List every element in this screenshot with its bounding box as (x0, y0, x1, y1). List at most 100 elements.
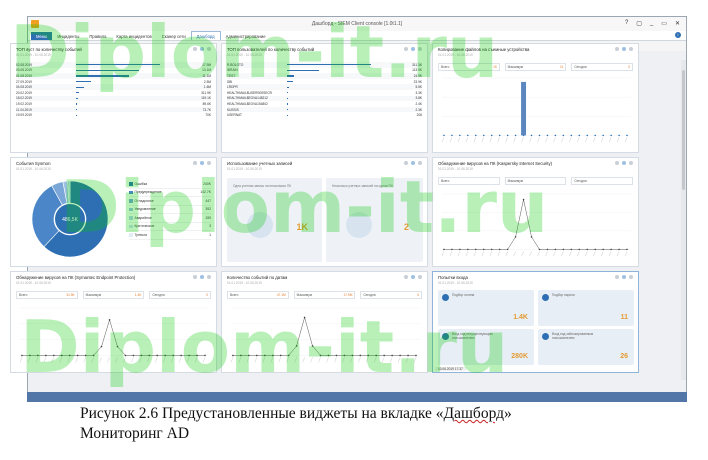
x-tick (481, 137, 484, 143)
minimize-icon[interactable]: _ (650, 20, 653, 27)
x-tick (326, 357, 329, 363)
settings-icon[interactable] (622, 161, 626, 165)
widget-title: Использование учетных записей (227, 161, 293, 166)
legend-item[interactable]: Уведомление 392 (129, 206, 211, 214)
widget-date: 01.01.2019 - 10.06.2019 (438, 53, 473, 57)
expand-icon[interactable] (193, 47, 197, 51)
widget-login-attempts: Попытки входа 01.01.2019 - 10.06.2019 По… (432, 271, 639, 373)
expand-icon[interactable] (615, 47, 619, 51)
user-search-icon (442, 294, 449, 301)
data-point (602, 248, 604, 251)
list-item-label: 01.08.2019 (16, 73, 32, 78)
stat-today: Сегодня 0 (360, 291, 423, 299)
list-item-value: 3.8K (415, 96, 422, 101)
expand-icon[interactable] (404, 275, 408, 279)
legend-item[interactable]: Ошибка 240K (129, 180, 211, 189)
data-point (319, 354, 322, 357)
card-login-guess[interactable]: Подбор логина 1.4K (438, 290, 534, 326)
list-item-bar (287, 75, 392, 77)
settings-icon[interactable] (622, 275, 626, 279)
tab-network-scanner[interactable]: Сканер сети (157, 32, 191, 40)
user-blocked-icon (542, 333, 549, 340)
card-blocked-user-login[interactable]: Вход под заблокированным пользователем 2… (538, 329, 634, 365)
x-tick (561, 251, 564, 257)
list-item-bar (76, 92, 181, 94)
expand-icon[interactable] (615, 161, 619, 165)
close-icon[interactable] (629, 161, 633, 165)
help-icon[interactable]: ? (625, 20, 628, 27)
expand-icon[interactable] (404, 161, 408, 165)
maximize-icon[interactable]: ▭ (661, 20, 667, 27)
tab-menu[interactable]: Меню (31, 32, 53, 40)
settings-icon[interactable] (622, 47, 626, 51)
legend-item[interactable]: Тревога 1 (129, 231, 211, 240)
settings-icon[interactable] (200, 275, 204, 279)
tab-administration[interactable]: Администрирование (221, 32, 271, 40)
users-icon (247, 212, 273, 238)
info-icon[interactable]: i (675, 32, 681, 38)
close-icon[interactable] (629, 47, 633, 51)
x-tick (115, 357, 118, 363)
tab-incidents[interactable]: Инциденты (52, 32, 84, 40)
x-tick (577, 251, 580, 257)
card-nonexistent-user-login[interactable]: Вход под несуществующим пользователем 28… (438, 329, 534, 365)
list-item[interactable]: 19.09.2019 70K (16, 112, 211, 118)
expand-icon[interactable] (615, 275, 619, 279)
list-item-bar (76, 75, 181, 77)
data-point (164, 354, 167, 357)
x-tick (473, 251, 476, 257)
widget-date: 01.01.2019 - 10.06.2019 (227, 281, 262, 285)
stats-row: Всего Максимум Сегодня (438, 177, 634, 185)
legend-item[interactable]: Критическое 3 (129, 223, 211, 231)
close-icon[interactable]: ✕ (675, 20, 680, 27)
card-many-accounts-one-pc[interactable]: Несколько учетных записей на одном ПК 2 (326, 178, 423, 262)
x-tick (465, 251, 469, 257)
x-tick (473, 137, 476, 143)
close-icon[interactable] (207, 161, 211, 165)
close-icon[interactable] (418, 161, 422, 165)
card-one-account-many-pc[interactable]: Одна учетная запись на нескольких ПК 1K (227, 178, 322, 262)
data-point (100, 345, 103, 348)
legend-item[interactable]: Отладочное 447 (129, 197, 211, 206)
tab-dashboard[interactable]: Дашборд (190, 31, 221, 40)
settings-icon[interactable] (411, 47, 415, 51)
close-icon[interactable] (629, 275, 633, 279)
expand-icon[interactable] (193, 275, 197, 279)
close-icon[interactable] (207, 47, 211, 51)
kaspersky-line-chart (441, 193, 632, 257)
settings-icon[interactable] (200, 47, 204, 51)
close-icon[interactable] (418, 47, 422, 51)
stat-today: Сегодня (571, 177, 634, 185)
ribbon-tabs: Меню Инциденты Правила Карта инцидентов … (28, 31, 686, 41)
data-point (474, 248, 477, 251)
list-item-value: 1.6M (203, 85, 211, 90)
tab-incident-map[interactable]: Карта инцидентов (111, 32, 156, 40)
x-tick (545, 137, 548, 143)
x-tick (513, 251, 516, 257)
expand-icon[interactable] (404, 47, 408, 51)
settings-icon[interactable] (411, 161, 415, 165)
legend-item[interactable]: Аварийное 159 (129, 214, 211, 223)
restore-icon[interactable]: ▢ (636, 20, 642, 27)
card-password-guess[interactable]: Подбор пароля 11 (538, 290, 634, 326)
close-icon[interactable] (418, 275, 422, 279)
close-icon[interactable] (207, 275, 211, 279)
data-point (335, 354, 338, 357)
x-tick (585, 137, 588, 143)
data-point (570, 134, 573, 137)
x-tick (27, 357, 31, 363)
settings-icon[interactable] (200, 161, 204, 165)
x-tick (600, 251, 604, 257)
expand-icon[interactable] (193, 161, 197, 165)
data-point (407, 354, 409, 357)
legend-item[interactable]: Предупреждение 142.7K (129, 189, 211, 197)
scrollbar-thumb[interactable] (682, 70, 685, 190)
list-item[interactable]: USERNAT 206 (227, 112, 422, 118)
data-point (29, 354, 31, 357)
tab-rules[interactable]: Правила (84, 32, 111, 40)
widget-top-pc: ТОП ∂уст по количеству событий 01.01.201… (10, 43, 217, 153)
vertical-scrollbar[interactable] (681, 60, 686, 380)
x-tick (569, 137, 572, 143)
settings-icon[interactable] (411, 275, 415, 279)
data-point (367, 354, 370, 357)
